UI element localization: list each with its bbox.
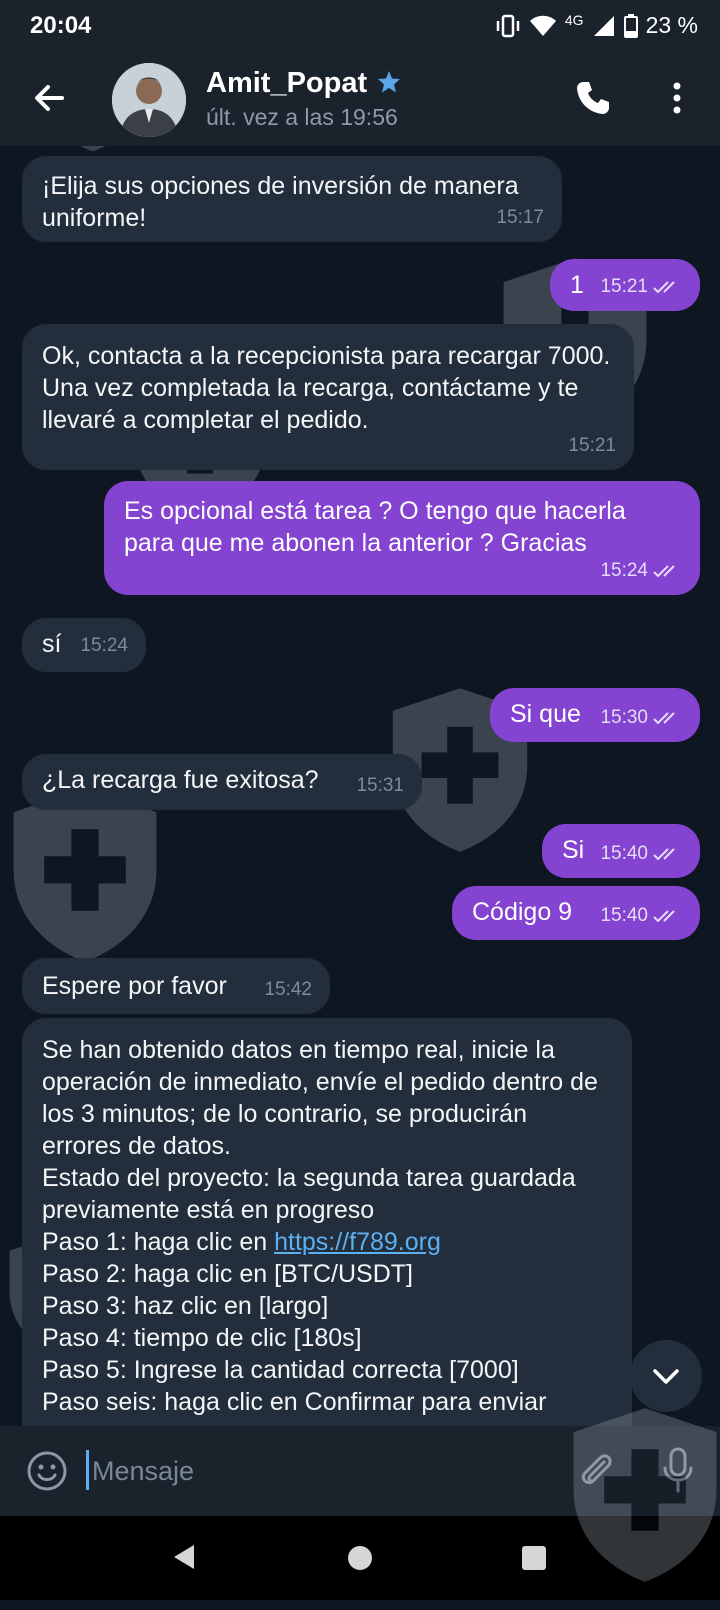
message-meta: 15:24 [600,555,682,587]
arrow-left-icon[interactable] [30,78,70,118]
message-text-part: Paso 2: haga clic en [BTC/USDT] Paso 3: … [42,1260,547,1416]
message-meta: 15:21 [600,271,682,303]
message-time: 15:30 [600,707,648,728]
message-meta: 15:42 [264,974,312,1006]
message-text: Ok, contacta a la recepcionista para rec… [42,342,618,434]
chat-header: Amit_Popat últ. vez a las 19:56 [0,54,720,146]
message-incoming[interactable]: sí 15:24 [22,618,146,672]
phone-icon[interactable] [573,78,613,118]
battery-icon [623,13,638,38]
message-input[interactable] [90,1446,534,1496]
message-meta: 15:40 [600,838,682,870]
message-meta: 15:17 [496,202,544,234]
message-outgoing[interactable]: Es opcional está tarea ? O tengo que hac… [104,481,700,595]
system-nav-bar [0,1516,720,1600]
scroll-down-button[interactable] [630,1340,702,1412]
message-time: 15:40 [600,843,648,864]
wifi-icon [529,15,556,36]
message-outgoing[interactable]: 1 15:21 [550,259,700,311]
message-composer [0,1426,720,1516]
star-icon [378,71,400,93]
message-meta: 15:30 [600,702,682,734]
message-outgoing[interactable]: Código 9 15:40 [452,886,700,940]
message-outgoing[interactable]: Si que 15:30 [490,688,700,742]
signal-icon [593,15,614,36]
message-meta: 15:21 [568,430,616,462]
microphone-icon[interactable] [660,1446,696,1494]
double-check-icon [653,712,675,725]
message-incoming[interactable]: Espere por favor 15:42 [22,958,330,1014]
chevron-down-icon [653,1369,679,1384]
nav-recents-button[interactable] [522,1546,546,1570]
message-time: 15:42 [264,979,312,1000]
message-text: Es opcional está tarea ? O tengo que hac… [124,497,633,557]
text-caret [86,1450,89,1490]
message-time: 15:17 [496,207,544,228]
double-check-icon [653,848,675,861]
status-icons: 4G 23 % [495,12,698,39]
network-type: 4G [564,11,584,28]
paperclip-icon[interactable] [574,1448,618,1492]
vibrate-icon [496,14,520,37]
message-text-part: Se han obtenido datos en tiempo real, in… [42,1036,598,1256]
message-time: 15:24 [600,560,648,581]
message-time: 15:40 [600,905,648,926]
message-time: 15:21 [600,276,648,297]
message-incoming[interactable]: ¡Elija sus opciones de inversión de mane… [22,156,562,242]
avatar-image [112,63,186,137]
avatar[interactable] [112,63,186,137]
double-check-icon [653,281,675,294]
message-incoming[interactable]: Ok, contacta a la recepcionista para rec… [22,324,634,470]
message-list[interactable]: ¡Elija sus opciones de inversión de mane… [0,146,720,1448]
message-meta: 15:40 [600,900,682,932]
message-incoming[interactable]: Se han obtenido datos en tiempo real, in… [22,1018,632,1448]
double-check-icon [653,910,675,923]
nav-back-icon[interactable] [172,1544,196,1570]
message-link[interactable]: https://f789.org [274,1228,441,1256]
message-incoming[interactable]: ¿La recarga fue exitosa? 15:31 [22,754,422,810]
status-time: 20:04 [30,12,92,39]
contact-name[interactable]: Amit_Popat [206,67,367,100]
double-check-icon [653,565,675,578]
status-bar: 20:04 4G 23 % [0,0,720,54]
last-seen-status: últ. vez a las 19:56 [206,104,398,130]
message-meta: 15:24 [80,630,128,662]
message-outgoing[interactable]: Si 15:40 [542,824,700,878]
message-time: 15:21 [568,435,616,456]
message-time: 15:24 [80,635,128,656]
message-text: ¡Elija sus opciones de inversión de mane… [42,172,526,232]
more-vert-icon[interactable] [660,78,694,118]
smiley-icon[interactable] [26,1450,68,1492]
battery-level: 23 % [645,12,698,38]
message-meta: 15:31 [356,770,404,802]
message-text: Se han obtenido datos en tiempo real, in… [42,1034,612,1418]
message-time: 15:31 [356,775,404,796]
nav-home-button[interactable] [348,1546,372,1570]
